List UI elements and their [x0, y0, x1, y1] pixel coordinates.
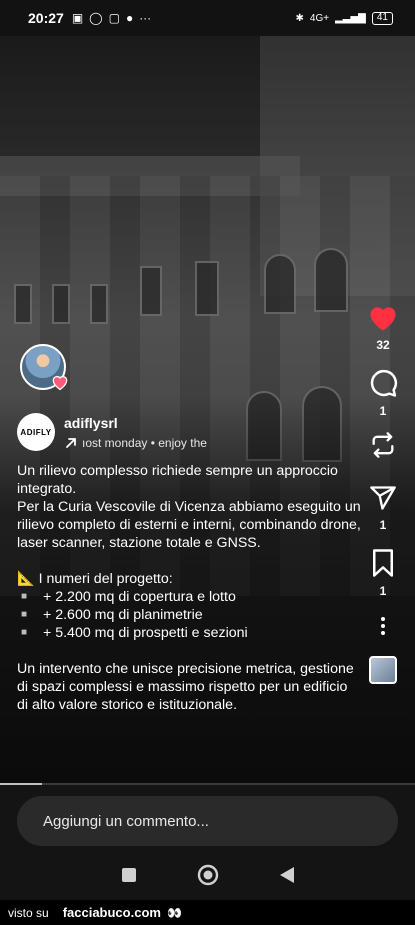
list-item: ■ + 2.600 mq di planimetrie — [21, 606, 362, 624]
repost-icon[interactable] — [369, 430, 397, 460]
bullet-icon: ■ — [21, 609, 28, 620]
window — [90, 284, 108, 324]
watermark-label: visto su — [8, 905, 49, 920]
bullet-text: + 5.400 mq di prospetti e sezioni — [43, 625, 248, 641]
audio-thumb-image[interactable] — [369, 656, 397, 684]
bullet-icon: ■ — [21, 591, 28, 602]
arched-window — [264, 254, 296, 314]
comment-input[interactable]: Aggiungi un commento... — [17, 796, 398, 846]
clock: 20:27 — [28, 10, 64, 26]
caption-paragraph: Un intervento che unisce precisione metr… — [17, 661, 354, 713]
more-options[interactable] — [380, 616, 386, 636]
arrow-up-right-icon — [66, 437, 76, 448]
status-bar: 20:27 ▣ ◯ ▢ ● ··· ✱ 4G+ ▂▃▅▇ 41 — [0, 0, 415, 36]
creator-info: ADIFLY adiflysrl ıost monday • enjoy the — [17, 413, 214, 451]
action-rail: 32 1 1 1 — [363, 304, 403, 684]
battery-icon: 41 — [371, 11, 393, 25]
arched-window — [314, 248, 348, 312]
audio-subline[interactable]: ıost monday • enjoy the — [64, 436, 214, 450]
system-status: ✱ 4G+ ▂▃▅▇ 41 — [295, 11, 393, 25]
like-count: 32 — [376, 338, 390, 352]
username[interactable]: adiflysrl — [64, 415, 214, 431]
more-vertical-icon[interactable] — [380, 616, 386, 636]
whatsapp-icon: ◯ — [89, 11, 103, 25]
notification-icons: ▣ ◯ ▢ ● ··· — [72, 11, 151, 25]
more-icon: ··· — [139, 11, 152, 25]
share-action[interactable]: 1 — [369, 484, 397, 532]
signal-icon: ▂▃▅▇ — [335, 12, 366, 24]
window — [140, 266, 162, 316]
profile-logo[interactable]: ADIFLY — [17, 413, 55, 451]
recents-square-icon[interactable] — [121, 867, 137, 883]
save-count: 1 — [379, 584, 387, 598]
like-action[interactable]: 32 — [368, 304, 398, 352]
system-nav-bar — [0, 858, 415, 892]
post-caption[interactable]: Un rilievo complesso richiede sempre un … — [17, 462, 362, 714]
caption-paragraph: Per la Curia Vescovile di Vicenza abbiam… — [17, 499, 361, 551]
home-circle-icon[interactable] — [197, 864, 219, 886]
signal-type: 4G+ — [309, 12, 330, 24]
comment-action[interactable]: 1 — [368, 368, 398, 418]
share-count: 1 — [379, 518, 387, 532]
window — [195, 261, 219, 316]
repost-action[interactable] — [369, 430, 397, 460]
comment-icon[interactable] — [368, 368, 398, 398]
avatar-heart-icon — [52, 375, 68, 391]
heart-icon[interactable] — [368, 304, 398, 332]
n-icon: ▣ — [71, 11, 84, 25]
bluetooth-icon: ✱ — [295, 12, 304, 24]
back-triangle-icon[interactable] — [279, 866, 295, 884]
bullet-icon: ■ — [21, 627, 28, 638]
list-item: ■ + 2.200 mq di copertura e lotto — [21, 588, 362, 606]
share-icon[interactable] — [369, 484, 397, 512]
caption-bullet-list: ■ + 2.200 mq di copertura e lotto ■ + 2.60… — [17, 588, 362, 642]
comment-count: 1 — [379, 404, 387, 418]
save-action[interactable]: 1 — [370, 548, 396, 598]
bullet-text: + 2.200 mq di copertura e lotto — [43, 589, 236, 605]
watermark-brand: facciabuco.com — [62, 905, 161, 920]
caption-paragraph: Un rilievo complesso richiede sempre un … — [17, 463, 338, 497]
caption-numbers-title: 📐 I numeri del progetto: — [17, 571, 173, 587]
window — [14, 284, 32, 324]
bottom-area: Aggiungi un commento... — [0, 785, 415, 900]
profile-text: adiflysrl ıost monday • enjoy the — [64, 415, 214, 450]
window — [52, 284, 70, 324]
bookmark-icon[interactable] — [370, 548, 396, 578]
facebook-icon: ● — [125, 11, 134, 25]
eyes-icon: 👀 — [166, 905, 182, 920]
bullet-text: + 2.600 mq di planimetrie — [43, 607, 203, 623]
list-item: ■ + 5.400 mq di prospetti e sezioni — [21, 624, 362, 642]
audio-thumbnail[interactable] — [369, 656, 397, 684]
watermark-footer: visto su facciabuco.com 👀 — [0, 900, 415, 925]
audio-subline-text: ıost monday • enjoy the — [82, 435, 207, 450]
message-icon: ▢ — [108, 11, 120, 25]
comment-placeholder: Aggiungi un commento... — [43, 812, 209, 830]
